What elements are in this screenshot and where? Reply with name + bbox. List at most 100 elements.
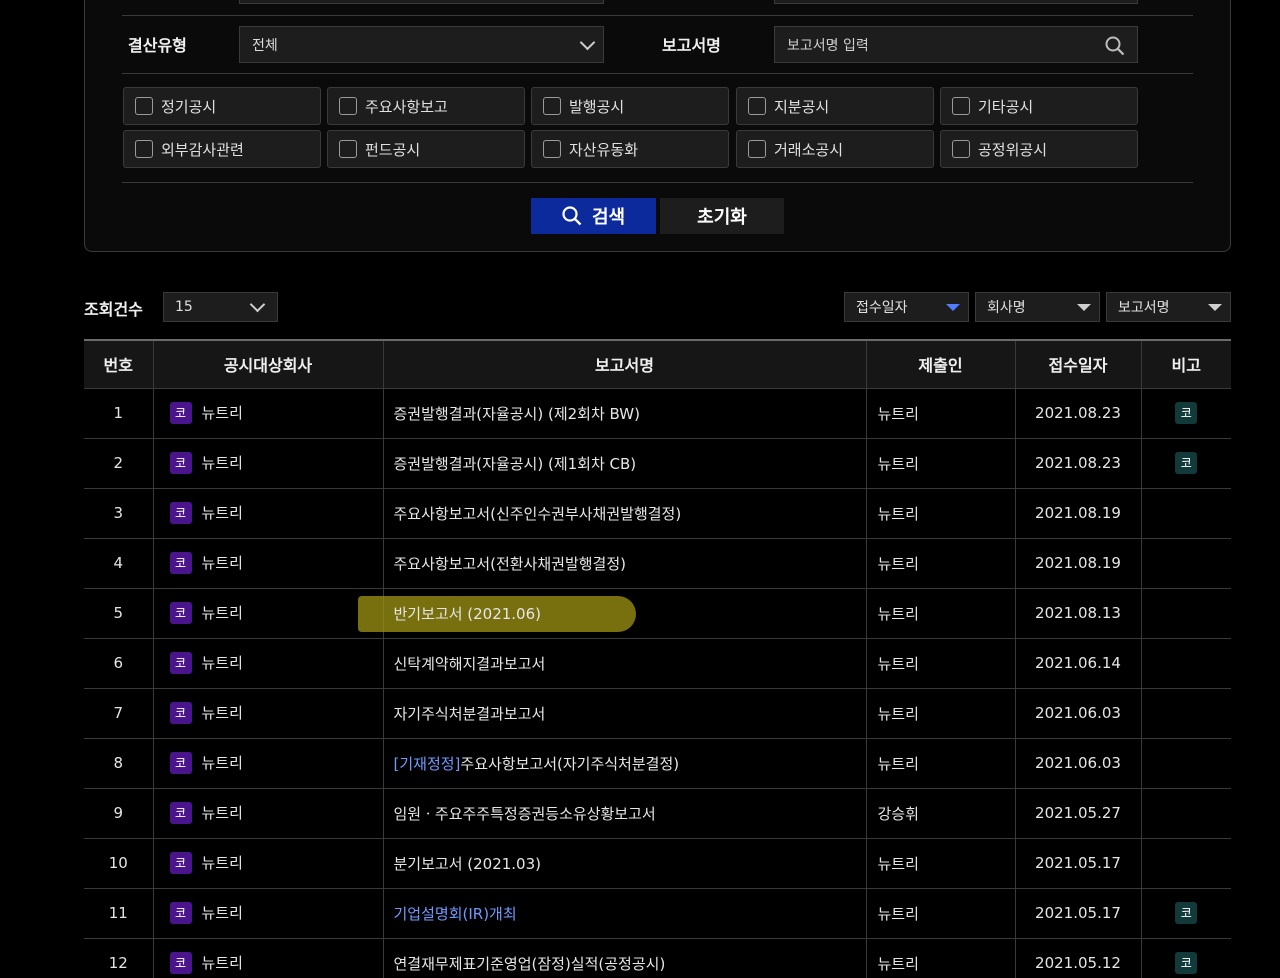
company-name[interactable]: 뉴트리	[202, 454, 243, 472]
disclosure-type-checkbox[interactable]: 발행공시	[531, 87, 729, 125]
report-cell[interactable]: 증권발행결과(자율공시) (제1회차 CB)	[382, 437, 867, 489]
note-badge[interactable]: 코	[1175, 952, 1198, 974]
report-name-link[interactable]: 증권발행결과(자율공시) (제2회차 BW)	[394, 405, 640, 423]
table-row[interactable]: 4 코 뉴트리 주요사항보고서(전환사채권발행결정) 뉴트리 2021.08.19	[84, 537, 1231, 589]
report-name-link[interactable]: 주요사항보고서(자기주식처분결정)	[460, 755, 679, 773]
report-cell[interactable]: 주요사항보고서(신주인수권부사채권발행결정)	[382, 487, 867, 539]
report-cell[interactable]: 자기주식처분결과보고서	[382, 687, 867, 739]
company-cell[interactable]: 코 뉴트리	[152, 637, 384, 689]
note-badge[interactable]: 코	[1175, 902, 1198, 924]
checkbox-icon[interactable]	[135, 97, 153, 115]
correction-tag[interactable]: [기재정정]	[394, 755, 461, 773]
sort-by-date[interactable]: 접수일자	[844, 292, 969, 322]
company-cell[interactable]: 코 뉴트리	[152, 787, 384, 839]
checkbox-icon[interactable]	[748, 97, 766, 115]
header-report-name[interactable]: 보고서명	[382, 339, 867, 389]
company-name[interactable]: 뉴트리	[202, 804, 243, 822]
checkbox-icon[interactable]	[339, 97, 357, 115]
company-name[interactable]: 뉴트리	[202, 704, 243, 722]
company-name[interactable]: 뉴트리	[202, 504, 243, 522]
company-name[interactable]: 뉴트리	[202, 554, 243, 572]
company-cell[interactable]: 코 뉴트리	[152, 387, 384, 439]
note-badge[interactable]: 코	[1175, 452, 1198, 474]
company-name[interactable]: 뉴트리	[202, 404, 243, 422]
report-name-link[interactable]: 반기보고서 (2021.06)	[394, 605, 542, 623]
checkbox-icon[interactable]	[952, 140, 970, 158]
reset-button[interactable]: 초기화	[660, 198, 784, 234]
settlement-type-select[interactable]: 전체	[239, 26, 604, 63]
header-company[interactable]: 공시대상회사	[152, 339, 384, 389]
company-cell[interactable]: 코 뉴트리	[152, 487, 384, 539]
table-row[interactable]: 8 코 뉴트리 [기재정정]주요사항보고서(자기주식처분결정) 뉴트리 2021.06.0…	[84, 737, 1231, 789]
report-cell[interactable]: 반기보고서 (2021.06)	[357, 587, 867, 639]
disclosure-type-checkbox[interactable]: 펀드공시	[327, 130, 525, 168]
disclosure-type-checkbox[interactable]: 지분공시	[736, 87, 934, 125]
note-badge[interactable]: 코	[1175, 402, 1198, 424]
disclosure-type-checkbox[interactable]: 거래소공시	[736, 130, 934, 168]
table-row[interactable]: 5 코 뉴트리 반기보고서 (2021.06) 뉴트리 2021.08.13	[84, 587, 1231, 639]
table-row[interactable]: 9 코 뉴트리 임원ㆍ주요주주특정증권등소유상황보고서 강승휘 2021.05.27	[84, 787, 1231, 839]
report-cell[interactable]: 기업설명회(IR)개최	[382, 887, 867, 939]
report-cell[interactable]: 증권발행결과(자율공시) (제2회차 BW)	[382, 387, 867, 439]
disclosure-type-checkbox[interactable]: 기타공시	[940, 87, 1138, 125]
company-name[interactable]: 뉴트리	[202, 904, 243, 922]
company-name[interactable]: 뉴트리	[202, 654, 243, 672]
checkbox-icon[interactable]	[748, 140, 766, 158]
company-name[interactable]: 뉴트리	[202, 604, 243, 622]
company-cell[interactable]: 코 뉴트리	[152, 737, 384, 789]
company-cell[interactable]: 코 뉴트리	[152, 687, 384, 739]
table-row[interactable]: 6 코 뉴트리 신탁계약해지결과보고서 뉴트리 2021.06.14	[84, 637, 1231, 689]
company-cell[interactable]: 코 뉴트리	[152, 537, 384, 589]
previous-field-box[interactable]	[239, 0, 604, 4]
table-row[interactable]: 10 코 뉴트리 분기보고서 (2021.03) 뉴트리 2021.05.17	[84, 837, 1231, 889]
company-cell[interactable]: 코 뉴트리	[152, 587, 384, 639]
report-name-link[interactable]: 주요사항보고서(신주인수권부사채권발행결정)	[394, 505, 682, 523]
report-name-link[interactable]: 임원ㆍ주요주주특정증권등소유상황보고서	[394, 805, 656, 823]
disclosure-type-checkbox[interactable]: 자산유동화	[531, 130, 729, 168]
checkbox-icon[interactable]	[135, 140, 153, 158]
disclosure-type-checkbox[interactable]: 공정위공시	[940, 130, 1138, 168]
header-date[interactable]: 접수일자	[1014, 339, 1142, 389]
disclosure-type-checkbox[interactable]: 정기공시	[123, 87, 321, 125]
company-name[interactable]: 뉴트리	[202, 754, 243, 772]
report-cell[interactable]: 분기보고서 (2021.03)	[382, 837, 867, 889]
report-cell[interactable]: 신탁계약해지결과보고서	[382, 637, 867, 689]
table-row[interactable]: 12 코 뉴트리 연결재무제표기준영업(잠정)실적(공정공시) 뉴트리 2021.05.1…	[84, 937, 1231, 978]
report-name-link[interactable]: 주요사항보고서(전환사채권발행결정)	[394, 555, 627, 573]
table-row[interactable]: 11 코 뉴트리 기업설명회(IR)개최 뉴트리 2021.05.17 코	[84, 887, 1231, 939]
search-button[interactable]: 검색	[531, 198, 656, 234]
search-icon[interactable]	[1105, 36, 1125, 56]
disclosure-type-checkbox[interactable]: 외부감사관련	[123, 130, 321, 168]
checkbox-icon[interactable]	[952, 97, 970, 115]
table-row[interactable]: 1 코 뉴트리 증권발행결과(자율공시) (제2회차 BW) 뉴트리 2021.08.23…	[84, 387, 1231, 439]
result-count-select[interactable]: 15	[163, 292, 278, 322]
header-number[interactable]: 번호	[84, 339, 154, 389]
previous-field-box[interactable]	[774, 0, 1138, 4]
report-cell[interactable]: 연결재무제표기준영업(잠정)실적(공정공시)	[382, 937, 867, 978]
sort-by-report[interactable]: 보고서명	[1106, 292, 1231, 322]
company-cell[interactable]: 코 뉴트리	[152, 837, 384, 889]
company-name[interactable]: 뉴트리	[202, 854, 243, 872]
table-row[interactable]: 2 코 뉴트리 증권발행결과(자율공시) (제1회차 CB) 뉴트리 2021.08.23…	[84, 437, 1231, 489]
header-submitter[interactable]: 제출인	[865, 339, 1016, 389]
report-cell[interactable]: 주요사항보고서(전환사채권발행결정)	[382, 537, 867, 589]
report-name-link[interactable]: 자기주식처분결과보고서	[394, 705, 546, 723]
report-cell[interactable]: 임원ㆍ주요주주특정증권등소유상황보고서	[382, 787, 867, 839]
table-row[interactable]: 7 코 뉴트리 자기주식처분결과보고서 뉴트리 2021.06.03	[84, 687, 1231, 739]
report-name-link[interactable]: 연결재무제표기준영업(잠정)실적(공정공시)	[394, 955, 666, 973]
company-cell[interactable]: 코 뉴트리	[152, 887, 384, 939]
company-name[interactable]: 뉴트리	[202, 954, 243, 972]
checkbox-icon[interactable]	[543, 97, 561, 115]
sort-by-company[interactable]: 회사명	[975, 292, 1100, 322]
report-name-link[interactable]: 신탁계약해지결과보고서	[394, 655, 546, 673]
report-name-link[interactable]: 기업설명회(IR)개최	[394, 905, 517, 923]
table-row[interactable]: 3 코 뉴트리 주요사항보고서(신주인수권부사채권발행결정) 뉴트리 2021.08.19	[84, 487, 1231, 539]
report-cell[interactable]: [기재정정]주요사항보고서(자기주식처분결정)	[382, 737, 867, 789]
checkbox-icon[interactable]	[339, 140, 357, 158]
checkbox-icon[interactable]	[543, 140, 561, 158]
company-cell[interactable]: 코 뉴트리	[152, 437, 384, 489]
report-name-input[interactable]: 보고서명 입력	[774, 26, 1138, 63]
report-name-link[interactable]: 증권발행결과(자율공시) (제1회차 CB)	[394, 455, 637, 473]
company-cell[interactable]: 코 뉴트리	[152, 937, 384, 978]
report-name-link[interactable]: 분기보고서 (2021.03)	[394, 855, 542, 873]
